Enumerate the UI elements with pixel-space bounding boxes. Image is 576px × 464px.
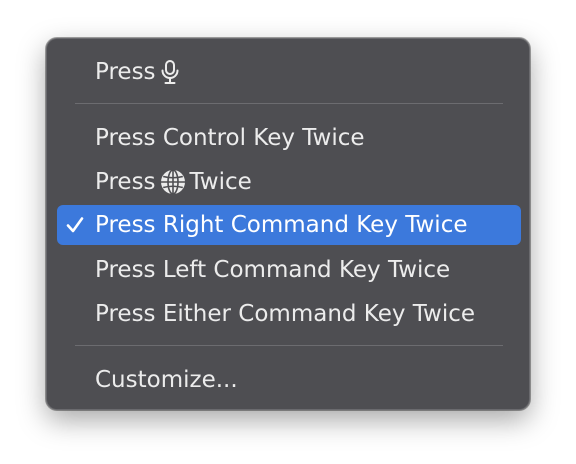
menu-item-label: Press Left Command Key Twice xyxy=(95,257,451,283)
menu-item-label: Customize... xyxy=(95,367,238,393)
menu-item-either-command-key-twice[interactable]: Press Either Command Key Twice xyxy=(57,294,521,334)
menu-item-label: Press Either Command Key Twice xyxy=(95,301,476,327)
menu-item-label: Press xyxy=(95,169,156,195)
menu-item-right-command-key-twice[interactable]: Press Right Command Key Twice xyxy=(57,205,521,245)
checkmark-icon xyxy=(65,205,85,245)
menu-separator xyxy=(75,345,503,346)
menu-item-label-suffix: Twice xyxy=(189,169,252,195)
menu-item-press-microphone[interactable]: Press xyxy=(57,52,521,92)
menu-item-label: Press Control Key Twice xyxy=(95,125,365,151)
menu-item-globe-key-twice[interactable]: Press Twice xyxy=(57,162,521,202)
menu-item-label: Press xyxy=(95,59,156,85)
microphone-icon xyxy=(159,59,181,85)
menu-item-label: Press Right Command Key Twice xyxy=(95,212,468,238)
globe-icon xyxy=(159,168,187,196)
menu-item-left-command-key-twice[interactable]: Press Left Command Key Twice xyxy=(57,250,521,290)
menu-item-customize[interactable]: Customize... xyxy=(57,360,521,400)
shortcut-dropdown-menu: Press Press Control Key Twice Press Twic… xyxy=(46,38,530,410)
menu-separator xyxy=(75,103,503,104)
menu-item-control-key-twice[interactable]: Press Control Key Twice xyxy=(57,118,521,158)
